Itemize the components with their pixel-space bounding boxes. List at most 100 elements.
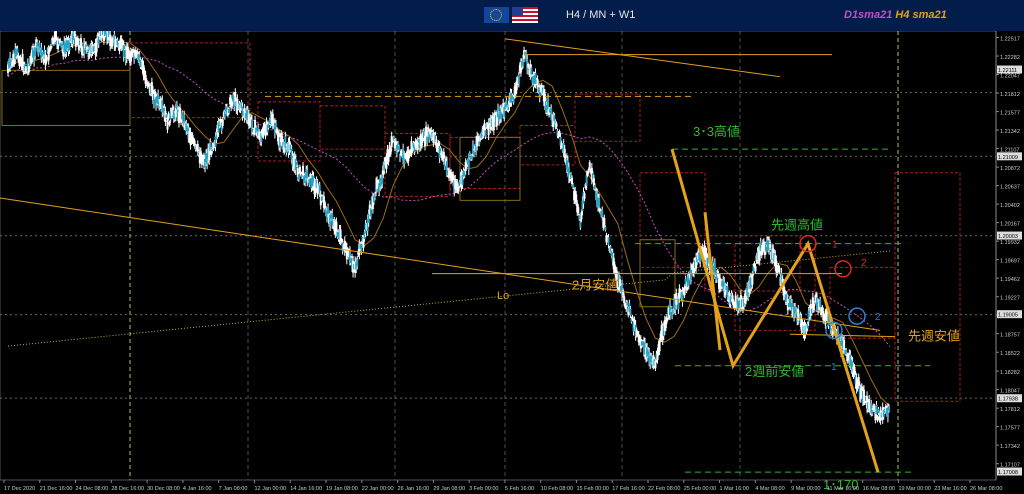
candle-body — [658, 341, 661, 352]
marker-label: 2 — [861, 258, 867, 269]
annotation-last-week-high: 先週高値 — [771, 218, 823, 233]
candle-body — [572, 184, 575, 188]
y-tick-label: 1.22282 — [1000, 55, 1020, 61]
y-tick-label: 1.21342 — [1000, 129, 1020, 135]
y-tick-label: 1.18522 — [1000, 351, 1020, 357]
x-tick-label: 23 Mar 16:00 — [934, 486, 966, 492]
upper-trendline — [504, 38, 781, 78]
candle-body — [734, 295, 737, 305]
range-box — [574, 93, 641, 142]
range-box — [639, 172, 706, 268]
x-tick-label: 17 Dec 2020 — [4, 486, 35, 492]
x-tick-label: 19 Jan 08:00 — [326, 486, 358, 492]
x-tick-label: 4 Jan 16:00 — [183, 486, 212, 492]
marker-label: 2 — [875, 312, 881, 323]
x-tick-label: 30 Dec 08:00 — [147, 486, 180, 492]
candle-body — [308, 179, 311, 185]
x-tick-label: 3 Feb 00:00 — [469, 486, 498, 492]
week-box — [1, 69, 131, 127]
plot-frame — [0, 30, 997, 481]
range-box — [894, 172, 961, 402]
y-tick-label: 1.17342 — [1000, 444, 1020, 450]
candle-body — [601, 209, 604, 218]
candle-body — [555, 123, 558, 128]
y-tick-label: 1.19932 — [1000, 240, 1020, 246]
candle-body — [626, 301, 629, 306]
y-tick-label: 1.20637 — [1000, 185, 1020, 191]
candle-body — [517, 75, 520, 84]
candle-body — [713, 262, 716, 275]
x-tick-label: 5 Feb 16:00 — [505, 486, 534, 492]
candle-body — [604, 226, 607, 231]
d1-sma-legend: D1sma21 — [844, 9, 893, 21]
candle-body — [754, 266, 757, 272]
marker-label: 1 — [831, 362, 837, 373]
price-chart[interactable]: 12123･3高値先週高値2月安値先週安値2週前安値Lo1･1701.22517… — [0, 0, 1024, 494]
y-tick-label: 1.22047 — [1000, 74, 1020, 80]
x-tick-label: 4 Mar 08:00 — [755, 486, 784, 492]
price-highlight-label: 1.19005 — [998, 313, 1018, 319]
y-tick-label: 1.19227 — [1000, 296, 1020, 302]
candle-body — [221, 119, 224, 126]
price-highlight-label: 1.17008 — [998, 470, 1018, 476]
x-tick-label: 1 Mar 16:00 — [720, 486, 749, 492]
candle-body — [603, 217, 606, 226]
x-tick-label: 19 Mar 00:00 — [898, 486, 930, 492]
price-highlight-label: 1.17938 — [998, 397, 1018, 403]
candle-body — [629, 308, 632, 316]
marker-label: 1 — [832, 240, 838, 251]
candle-body — [588, 162, 591, 168]
y-tick-label: 1.19697 — [1000, 259, 1020, 265]
y-tick-label: 1.18282 — [1000, 370, 1020, 376]
y-tick-label: 1.20402 — [1000, 203, 1020, 209]
candle-body — [769, 241, 772, 248]
x-tick-label: 9 Mar 00:00 — [791, 486, 820, 492]
candle-body — [228, 108, 231, 113]
x-tick-label: 11 Mar 16:00 — [827, 486, 859, 492]
candle-body — [356, 258, 359, 267]
marker-circle — [834, 260, 852, 278]
candle-body — [426, 136, 429, 144]
y-tick-label: 1.18047 — [1000, 389, 1020, 395]
candle-body — [778, 267, 781, 273]
annotation-feb-low: 2月安値 — [572, 278, 618, 293]
y-tick-label: 1.17577 — [1000, 426, 1020, 432]
candle-body — [530, 67, 533, 75]
candle-body — [527, 63, 530, 68]
annotation-last-week-low: 先週安値 — [908, 328, 960, 343]
timeframe-label: H4 / MN + W1 — [566, 9, 636, 21]
y-tick-label: 1.17812 — [1000, 407, 1020, 413]
candle-body — [819, 299, 822, 308]
x-tick-label: 7 Jan 08:00 — [219, 486, 248, 492]
x-tick-label: 16 Mar 08:00 — [863, 486, 895, 492]
y-tick-label: 1.20167 — [1000, 222, 1020, 228]
candle-body — [399, 155, 401, 161]
candle-body — [467, 158, 470, 171]
x-tick-label: 22 Jan 00:00 — [362, 486, 394, 492]
x-tick-label: 29 Jan 08:00 — [433, 486, 465, 492]
candle-body — [297, 174, 300, 180]
candle-body — [875, 404, 878, 415]
candle-body — [876, 416, 879, 421]
annotation-two-weeks-low: 2週前安値 — [745, 364, 804, 379]
x-tick-label: 17 Feb 16:00 — [612, 486, 644, 492]
candle-body — [167, 113, 170, 119]
candle-body — [887, 406, 890, 411]
h4-sma-legend: H4 sma21 — [895, 9, 947, 21]
y-tick-label: 1.22517 — [1000, 37, 1020, 43]
x-tick-label: 25 Feb 00:00 — [684, 486, 716, 492]
candle-body — [45, 56, 48, 62]
x-tick-label: 12 Jan 00:00 — [254, 486, 286, 492]
candle-body — [877, 408, 880, 414]
price-highlight-label: 1.22111 — [998, 68, 1017, 74]
x-tick-label: 24 Dec 08:00 — [76, 486, 109, 492]
candle-body — [166, 120, 169, 130]
zigzag-projection — [670, 148, 880, 473]
candle-body — [34, 47, 37, 57]
annotation-high-33: 3･3高値 — [693, 124, 740, 139]
candle-body — [577, 206, 580, 214]
header-bar: H4 / MN + W1 D1sma21 H4 sma21 — [0, 0, 1024, 31]
us-flag-icon — [512, 7, 538, 23]
candle-body — [579, 221, 582, 228]
candle-body — [751, 275, 754, 285]
